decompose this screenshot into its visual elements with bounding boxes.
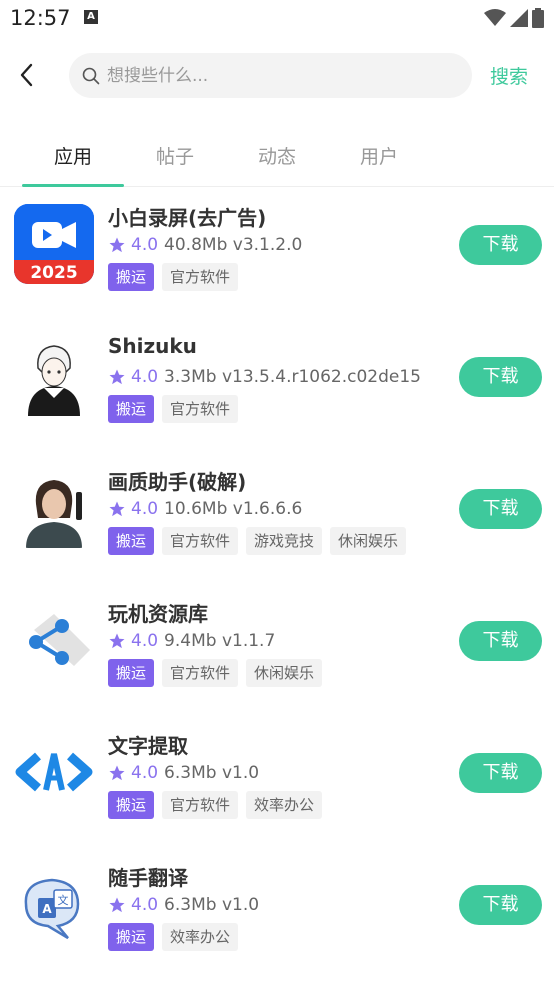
tag: 休闲娱乐 [330, 527, 407, 555]
size-version: 40.8Mb v3.1.2.0 [164, 235, 303, 255]
size-version: 6.3Mb v1.0 [164, 895, 260, 915]
tab-apps[interactable]: 应用 [22, 142, 124, 169]
tab-users[interactable]: 用户 [328, 142, 430, 169]
icon-letter-a: A [42, 902, 52, 916]
size-version: 3.3Mb v13.5.4.r1062.c02de15 [164, 367, 421, 387]
star-icon [109, 765, 125, 781]
game-character-icon [14, 468, 94, 548]
size-version: 10.6Mb v1.6.6.6 [164, 499, 303, 519]
size-version: 9.4Mb v1.1.7 [164, 631, 276, 651]
share-icon [14, 600, 94, 680]
code-brackets-icon [14, 732, 94, 812]
app-name: 玩机资源库 [108, 602, 208, 626]
star-icon [109, 633, 125, 649]
app-name: 文字提取 [108, 734, 188, 758]
list-item[interactable]: 文字提取 4.0 6.3Mb v1.0 搬运 官方软件 效率办公 下载 [0, 715, 554, 847]
tag: 官方软件 [162, 263, 239, 291]
star-icon [109, 501, 125, 517]
tag: 搬运 [108, 791, 155, 819]
tag: 官方软件 [162, 659, 239, 687]
search-button[interactable]: 搜索 [490, 62, 528, 89]
tab-bar: 应用 帖子 动态 用户 [0, 130, 554, 187]
tag: 官方软件 [162, 791, 239, 819]
tag: 搬运 [108, 527, 155, 555]
notification-icon: A [84, 10, 98, 24]
download-button[interactable]: 下载 [459, 753, 542, 793]
status-bar: 12:57 A [0, 0, 554, 36]
status-icons [484, 8, 544, 28]
size-version: 6.3Mb v1.0 [164, 763, 260, 783]
star-icon [109, 369, 125, 385]
list-item[interactable]: 画质助手(破解) 4.0 10.6Mb v1.6.6.6 搬运 官方软件 游戏竞… [0, 451, 554, 583]
tag: 官方软件 [162, 395, 239, 423]
wifi-icon [484, 9, 506, 26]
battery-icon [532, 8, 544, 28]
rating: 4.0 [131, 631, 159, 651]
search-icon [82, 67, 100, 85]
video-camera-icon: 2025 [14, 204, 94, 284]
tag: 效率办公 [162, 923, 239, 951]
list-item[interactable]: Shizuku 4.0 3.3Mb v13.5.4.r1062.c02de15 … [0, 319, 554, 451]
tag: 游戏竞技 [246, 527, 323, 555]
download-button[interactable]: 下载 [459, 357, 542, 397]
status-time: 12:57 [10, 6, 71, 30]
back-button[interactable] [14, 60, 42, 90]
search-input[interactable] [107, 53, 457, 98]
list-item[interactable]: 2025 小白录屏(去广告) 4.0 40.8Mb v3.1.2.0 搬运 官方… [0, 187, 554, 319]
app-name: 小白录屏(去广告) [108, 206, 267, 230]
icon-year-label: 2025 [30, 263, 77, 283]
rating: 4.0 [131, 499, 159, 519]
download-button[interactable]: 下载 [459, 225, 542, 265]
rating: 4.0 [131, 895, 159, 915]
tag: 休闲娱乐 [246, 659, 323, 687]
tag: 搬运 [108, 263, 155, 291]
tag: 搬运 [108, 659, 155, 687]
star-icon [109, 237, 125, 253]
rating: 4.0 [131, 763, 159, 783]
icon-letter-wen: 文 [58, 893, 69, 907]
anime-character-icon [14, 336, 94, 416]
chevron-left-icon [20, 63, 33, 87]
rating: 4.0 [131, 367, 159, 387]
star-icon [109, 897, 125, 913]
app-name: Shizuku [108, 334, 197, 358]
download-button[interactable]: 下载 [459, 489, 542, 529]
signal-icon [510, 9, 528, 27]
tab-feed[interactable]: 动态 [226, 142, 328, 169]
list-item[interactable]: A 文 随手翻译 4.0 6.3Mb v1.0 搬运 效率办公 下载 [0, 847, 554, 979]
tag: 效率办公 [246, 791, 323, 819]
list-item[interactable]: 玩机资源库 4.0 9.4Mb v1.1.7 搬运 官方软件 休闲娱乐 下载 [0, 583, 554, 715]
translate-icon: A 文 [14, 864, 94, 944]
tag: 搬运 [108, 395, 155, 423]
tab-posts[interactable]: 帖子 [124, 142, 226, 169]
app-name: 画质助手(破解) [108, 470, 247, 494]
download-button[interactable]: 下载 [459, 885, 542, 925]
download-button[interactable]: 下载 [459, 621, 542, 661]
tag: 官方软件 [162, 527, 239, 555]
tag: 搬运 [108, 923, 155, 951]
rating: 4.0 [131, 235, 159, 255]
search-box[interactable] [69, 53, 472, 98]
app-name: 随手翻译 [108, 866, 188, 890]
